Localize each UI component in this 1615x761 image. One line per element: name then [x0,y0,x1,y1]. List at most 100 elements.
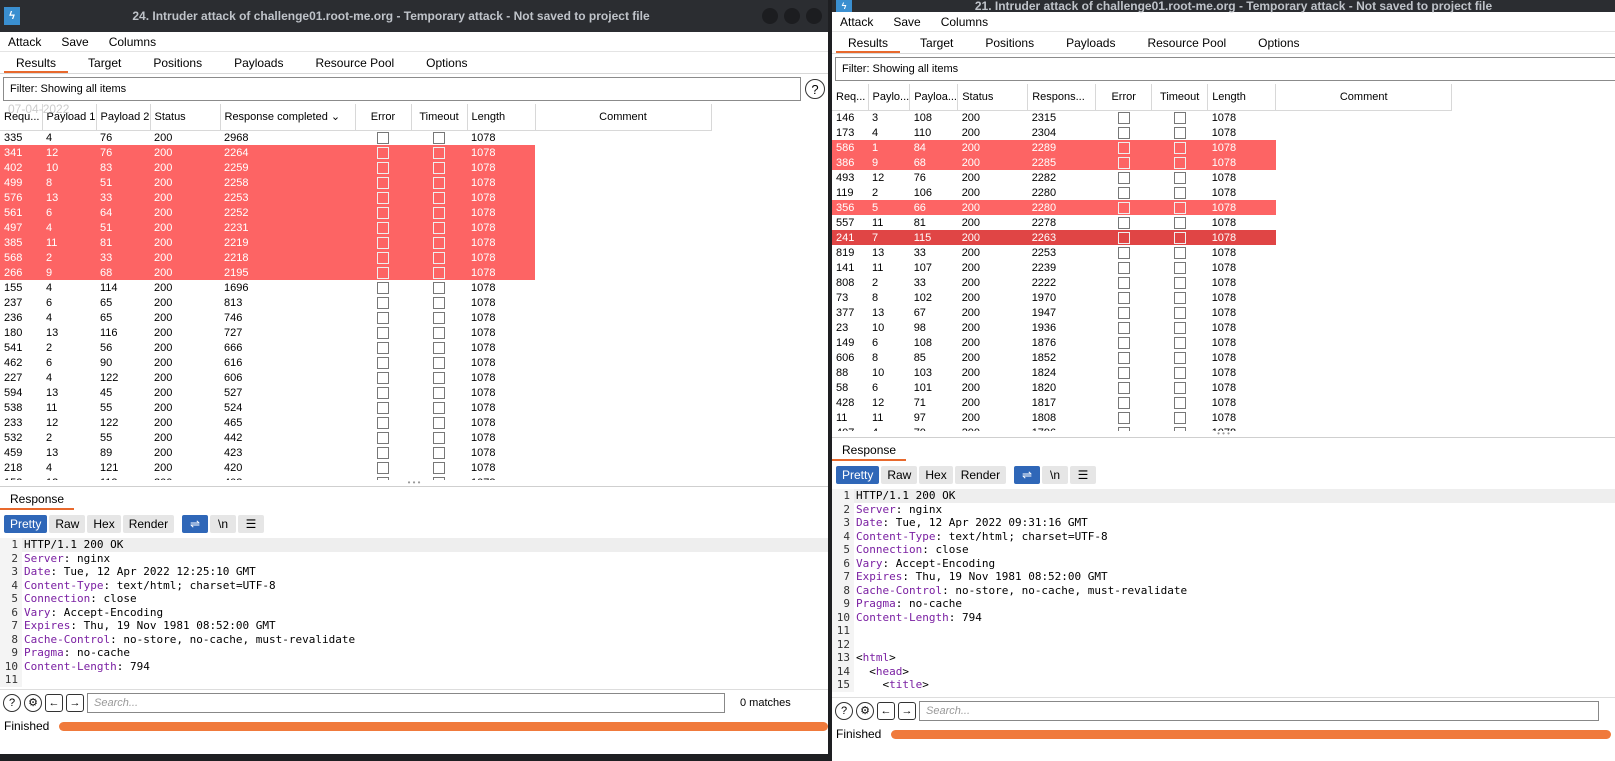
table-row[interactable]: 497 4 51 200 2231 1078 [0,220,711,235]
help-icon[interactable]: ? [835,701,853,720]
checkbox[interactable] [377,206,389,219]
table-row[interactable]: 462 6 90 200 616 1078 [0,355,711,370]
wrap-lines-icon[interactable]: ⇌ [182,515,209,533]
tab-results[interactable]: Results [832,32,904,53]
table-row[interactable]: 88 10 103 200 1824 1078 [832,365,1452,380]
table-row[interactable]: 15212113200408 1078 [0,475,711,480]
checkbox[interactable] [433,251,445,264]
checkbox[interactable] [1117,276,1130,289]
table-row[interactable]: 173 4 110 200 2304 1078 [832,125,1452,140]
table-row[interactable]: 532 2 55 200 442 1078 [0,430,711,445]
column-header[interactable]: Payload 2 [96,104,151,131]
checkbox[interactable] [377,431,389,444]
tab-results[interactable]: Results [0,52,72,73]
show-newlines-button[interactable]: \n [210,515,237,533]
checkbox[interactable] [1173,306,1186,319]
column-header[interactable]: Length [467,104,536,131]
checkbox[interactable] [1117,321,1130,334]
view-render-button[interactable]: Render [122,515,175,533]
tab-payloads[interactable]: Payloads [218,52,299,73]
menu-save[interactable]: Save [61,35,88,49]
table-row[interactable]: 141 11 107 200 2239 1078 [832,260,1452,275]
checkbox[interactable] [1173,171,1186,184]
checkbox[interactable] [433,311,445,324]
table-row[interactable]: 180 13 116 200 727 1078 [0,325,711,340]
checkbox[interactable] [377,296,389,309]
table-row[interactable]: 119 2 106 200 2280 1078 [832,185,1452,200]
table-row[interactable]: 557 11 81 200 2278 1078 [832,215,1452,230]
checkbox[interactable] [1173,321,1186,334]
response-editor[interactable]: 1 HTTP/1.1 200 OK 2 Server: nginx 3 Date: Tue… [0,538,828,689]
checkbox[interactable] [433,281,445,294]
checkbox[interactable] [1117,261,1130,274]
checkbox[interactable] [433,371,445,384]
show-newlines-button[interactable]: \n [1042,466,1069,484]
menu-columns[interactable]: Columns [109,35,156,49]
checkbox[interactable] [377,386,389,399]
checkbox[interactable] [377,461,389,474]
column-header[interactable]: Req... [832,84,869,111]
column-header[interactable]: Paylo... [868,84,911,111]
checkbox[interactable] [433,461,445,474]
checkbox[interactable] [1173,426,1186,431]
menu-attack[interactable]: Attack [840,15,873,29]
checkbox[interactable] [1117,186,1130,199]
checkbox[interactable] [1117,381,1130,394]
checkbox[interactable] [433,161,445,174]
search-input[interactable]: Search... [87,692,725,713]
checkbox[interactable] [1117,246,1130,259]
column-header[interactable]: Comment [1275,84,1453,111]
close-button[interactable] [806,8,822,24]
checkbox[interactable] [377,401,389,414]
checkbox[interactable] [433,296,445,309]
tab-payloads[interactable]: Payloads [1050,32,1131,53]
column-header[interactable]: Comment [535,104,712,131]
table-row[interactable]: 561 6 64 200 2252 1078 [0,205,711,220]
checkbox[interactable] [1173,276,1186,289]
checkbox[interactable] [433,401,445,414]
checkbox[interactable] [1173,231,1186,244]
menu-save[interactable]: Save [893,15,920,29]
checkbox[interactable] [1117,126,1130,139]
next-arrow-icon[interactable]: → [898,701,916,720]
checkbox[interactable] [1173,111,1186,124]
tab-positions[interactable]: Positions [969,32,1050,53]
checkbox[interactable] [433,131,445,144]
checkbox[interactable] [433,476,445,480]
filter-bar[interactable]: Filter: Showing all items [3,77,801,101]
checkbox[interactable] [1117,351,1130,364]
tab-resource-pool[interactable]: Resource Pool [299,52,410,73]
checkbox[interactable] [433,341,445,354]
checkbox[interactable] [1117,396,1130,409]
checkbox[interactable] [1117,231,1130,244]
table-row[interactable]: 808 2 33 200 2222 1078 [832,275,1452,290]
column-header[interactable]: Error [1095,84,1153,111]
wrap-lines-icon[interactable]: ⇌ [1014,466,1041,484]
checkbox[interactable] [377,281,389,294]
checkbox[interactable] [1117,426,1130,431]
checkbox[interactable] [1117,156,1130,169]
table-row[interactable]: 568 2 33 200 2218 1078 [0,250,711,265]
tab-resource-pool[interactable]: Resource Pool [1131,32,1242,53]
settings-gear-icon[interactable]: ⚙ [24,693,42,712]
table-row[interactable]: 499 8 51 200 2258 1078 [0,175,711,190]
checkbox[interactable] [377,266,389,279]
checkbox[interactable] [433,236,445,249]
checkbox[interactable] [433,176,445,189]
table-row[interactable]: 819 13 33 200 2253 1078 [832,245,1452,260]
checkbox[interactable] [1173,381,1186,394]
checkbox[interactable] [1173,141,1186,154]
table-row[interactable]: 377 13 67 200 1947 1078 [832,305,1452,320]
checkbox[interactable] [1173,396,1186,409]
checkbox[interactable] [1117,216,1130,229]
tab-options[interactable]: Options [410,52,483,73]
checkbox[interactable] [1117,366,1130,379]
column-header[interactable]: Response completed ⌄ [220,104,356,131]
table-row[interactable]: 146 3 108 200 2315 1078 [832,110,1452,125]
menu-attack[interactable]: Attack [8,35,41,49]
checkbox[interactable] [1173,291,1186,304]
tab-positions[interactable]: Positions [137,52,218,73]
settings-gear-icon[interactable]: ⚙ [856,701,874,720]
checkbox[interactable] [377,221,389,234]
table-row[interactable]: 356 5 66 200 2280 1078 [832,200,1452,215]
